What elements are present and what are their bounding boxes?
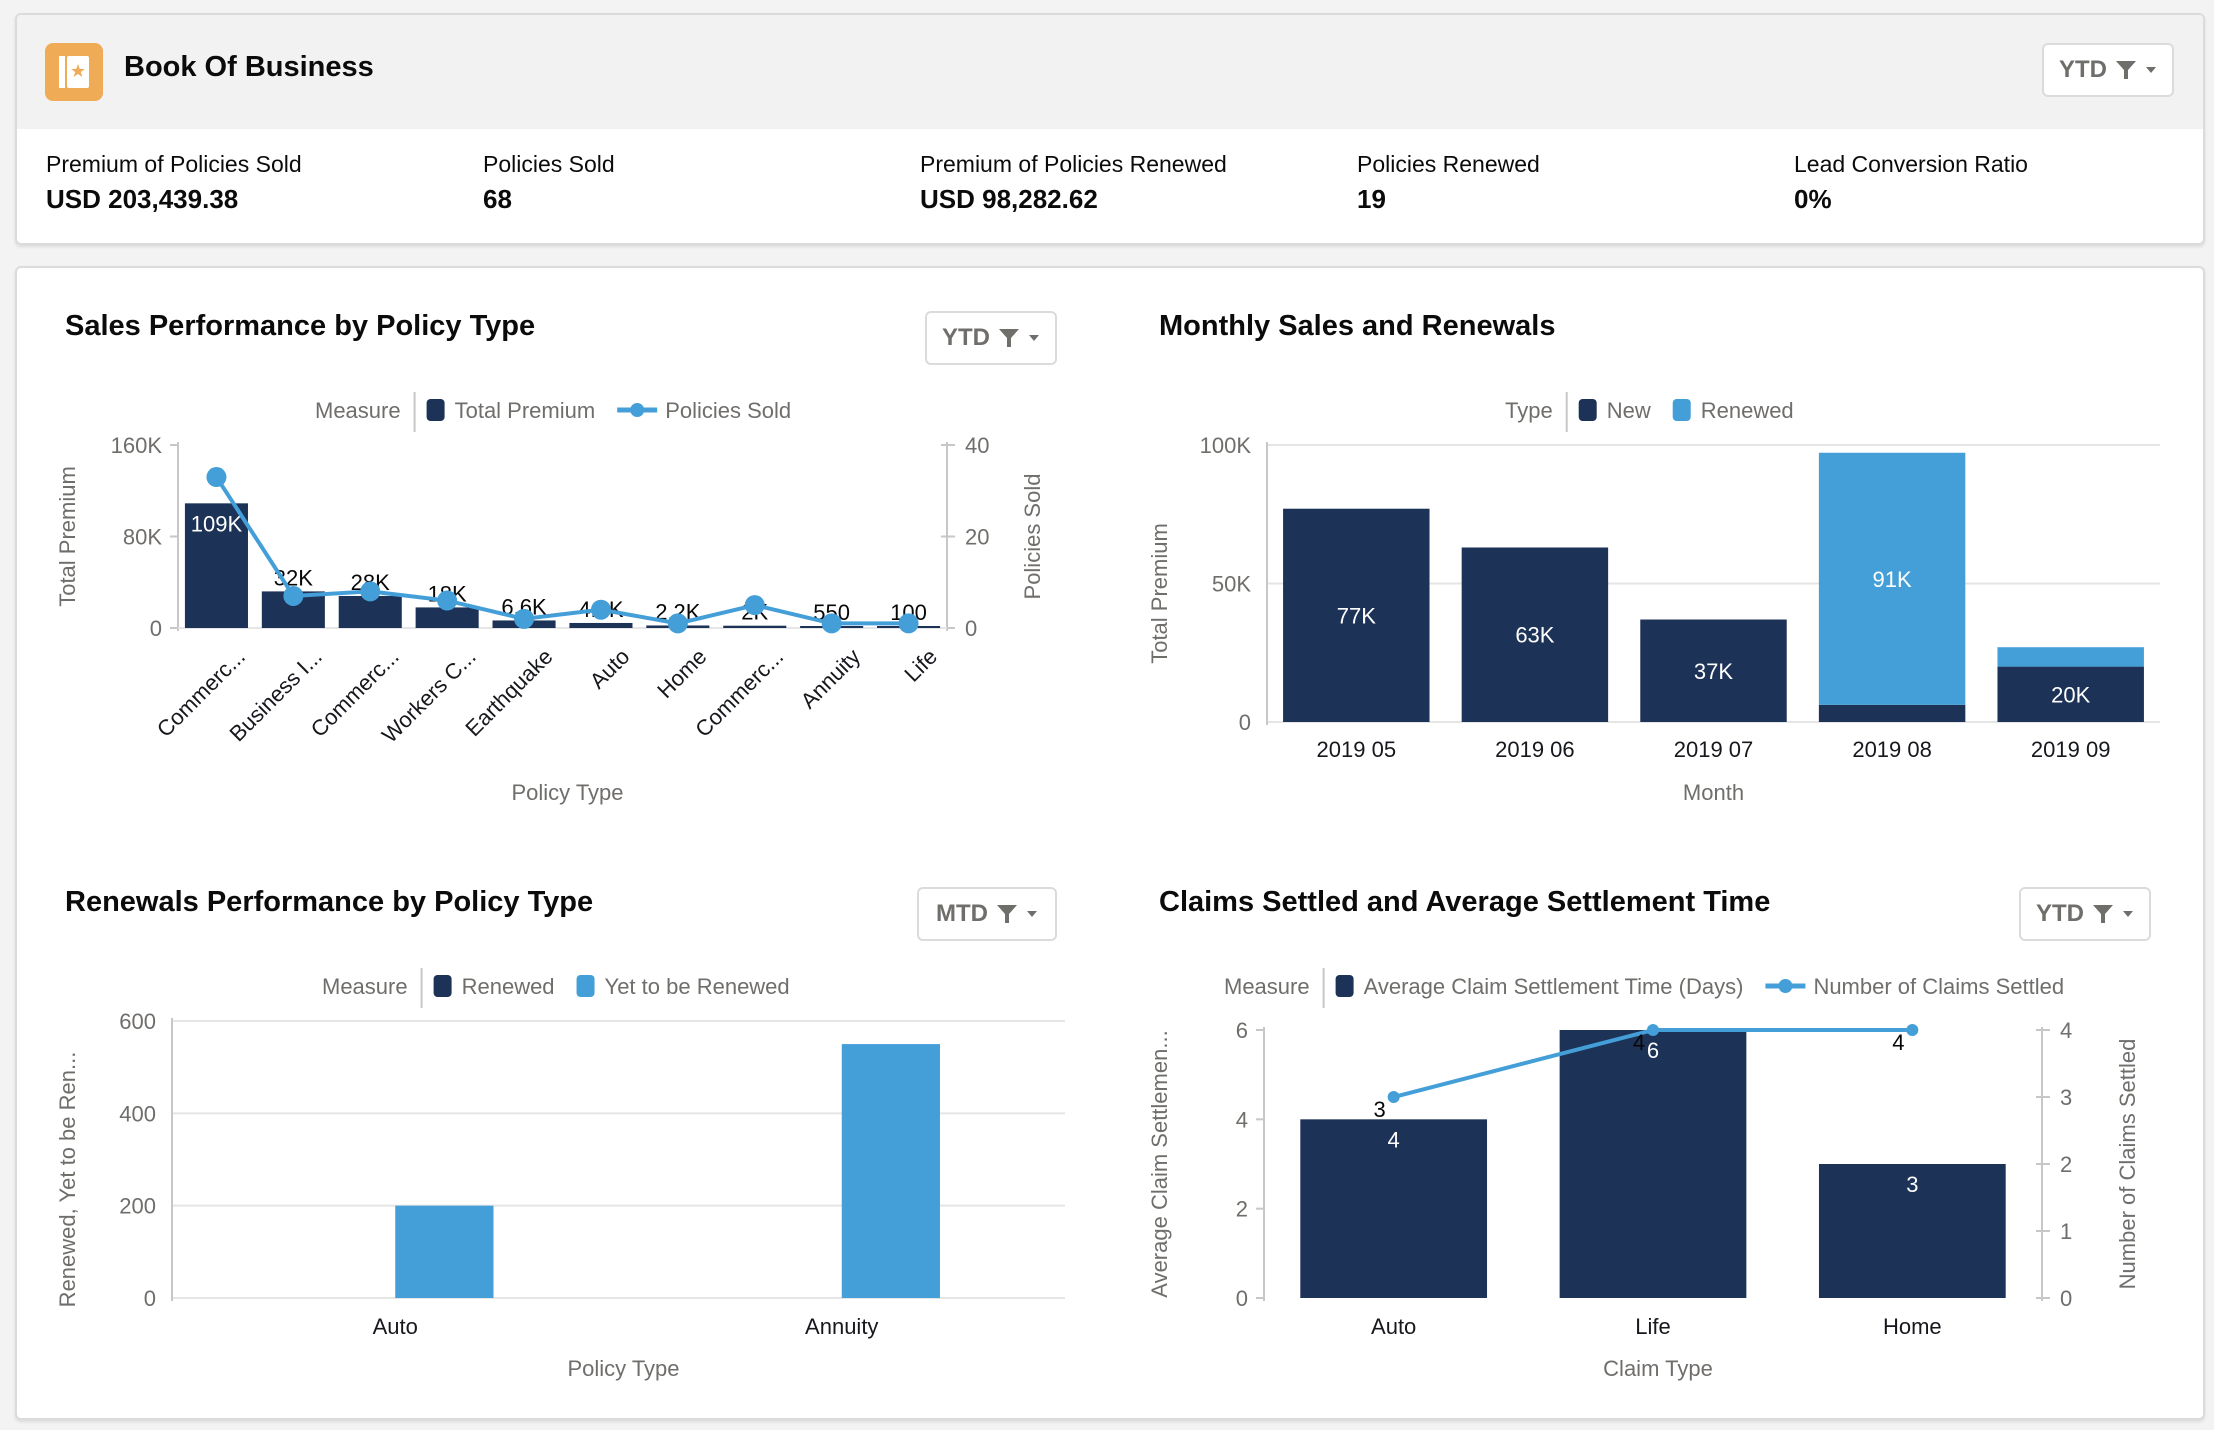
legend-label-1[interactable]: Renewed [1701, 398, 1794, 423]
x-tick-label: Auto [585, 644, 635, 694]
bar-data-label: 4 [1388, 1127, 1400, 1152]
legend-label-1[interactable]: Policies Sold [665, 398, 791, 423]
legend-swatch [426, 399, 445, 421]
x-tick-label: 2019 06 [1495, 737, 1575, 762]
legend-swatch [1672, 399, 1691, 421]
bar-data-label: 109K [191, 511, 243, 536]
x-tick-label: Life [1635, 1314, 1670, 1339]
legend-title: Measure [315, 398, 401, 423]
x-axis-title: Claim Type [1603, 1356, 1713, 1381]
point-policies-sold[interactable] [821, 613, 842, 634]
line-data-label: 3 [1374, 1097, 1386, 1122]
charts-canvas: Measure Total Premium Policies Sold080K160… [55, 392, 2160, 1381]
x-tick-label: Annuity [805, 1314, 878, 1339]
x-tick-label: Life [899, 644, 942, 687]
y2-tick-label: 4 [2060, 1018, 2072, 1043]
y-axis-title: Average Claim Settlemen... [1147, 1030, 1172, 1297]
x-tick-label: Home [1883, 1314, 1942, 1339]
bar-renewed [1997, 647, 2144, 667]
bar-data-label: 63K [1515, 623, 1554, 648]
bar-data-label: 3 [1906, 1172, 1918, 1197]
bar-data-label: 6 [1647, 1038, 1659, 1063]
bar-data-label: 91K [1873, 567, 1912, 592]
bar-yet-to-be-renewed [395, 1205, 494, 1298]
legend-title: Measure [1224, 974, 1310, 999]
y-tick-label: 0 [1239, 710, 1251, 735]
point-policies-sold[interactable] [514, 608, 535, 629]
legend-swatch [1335, 975, 1354, 997]
y2-axis-title: Number of Claims Settled [2115, 1039, 2140, 1290]
x-axis-title: Policy Type [567, 1356, 679, 1381]
y2-tick-label: 3 [2060, 1085, 2072, 1110]
y-tick-label: 50K [1212, 572, 1251, 597]
bar-total-premium [723, 625, 787, 628]
legend-label-0[interactable]: Total Premium [455, 398, 596, 423]
x-tick-label: Annuity [796, 644, 866, 714]
x-tick-label: 2019 08 [1852, 737, 1932, 762]
legend-label-0[interactable]: New [1607, 398, 1651, 423]
bar-total-premium [569, 622, 633, 628]
bar-data-label: 37K [1694, 659, 1733, 684]
point-policies-sold[interactable] [360, 581, 381, 602]
point-policies-sold[interactable] [206, 467, 227, 488]
line-data-label: 4 [1892, 1030, 1904, 1055]
legend-swatch [433, 975, 452, 997]
y-axis-title: Total Premium [1147, 523, 1172, 664]
y2-tick-label: 0 [2060, 1286, 2072, 1311]
y-axis-title: Total Premium [55, 466, 80, 607]
y-tick-label: 4 [1236, 1107, 1248, 1132]
x-axis-title: Month [1683, 780, 1744, 805]
point-policies-sold[interactable] [590, 599, 611, 620]
y2-tick-label: 2 [2060, 1152, 2072, 1177]
y-tick-label: 2 [1236, 1197, 1248, 1222]
legend-marker [1778, 979, 1793, 993]
y-tick-label: 100K [1200, 433, 1252, 458]
legend-label-0[interactable]: Renewed [462, 974, 555, 999]
legend-swatch [1578, 399, 1597, 421]
bar-data-label: 20K [2051, 682, 2090, 707]
point-policies-sold[interactable] [744, 595, 765, 616]
point-claims-settled[interactable] [1906, 1024, 1919, 1036]
point-claims-settled[interactable] [1387, 1091, 1400, 1103]
y-tick-label: 6 [1236, 1018, 1248, 1043]
y-tick-label: 0 [144, 1286, 156, 1311]
y2-axis-title: Policies Sold [1020, 474, 1045, 600]
y-tick-label: 200 [119, 1194, 156, 1219]
legend-swatch [576, 975, 595, 997]
point-policies-sold[interactable] [667, 613, 688, 634]
y-tick-label: 160K [111, 433, 163, 458]
x-tick-label: Auto [1371, 1314, 1416, 1339]
y2-tick-label: 20 [965, 525, 989, 550]
y2-tick-label: 0 [965, 616, 977, 641]
y-axis-title: Renewed, Yet to be Ren... [55, 1052, 80, 1308]
y-tick-label: 0 [150, 616, 162, 641]
y2-tick-label: 1 [2060, 1219, 2072, 1244]
legend-label-1[interactable]: Number of Claims Settled [1813, 974, 2064, 999]
point-claims-settled[interactable] [1647, 1024, 1659, 1036]
point-policies-sold[interactable] [437, 590, 458, 611]
x-axis-title: Policy Type [511, 780, 623, 805]
x-tick-label: 2019 09 [2031, 737, 2111, 762]
x-tick-label: Home [652, 644, 711, 703]
bar-new [1818, 704, 1966, 722]
line-data-label: 4 [1633, 1030, 1645, 1055]
point-policies-sold[interactable] [898, 613, 919, 634]
bar-avg-settlement-time [1559, 1030, 1747, 1298]
y-tick-label: 80K [123, 525, 162, 550]
point-policies-sold[interactable] [283, 585, 304, 606]
y2-tick-label: 40 [965, 433, 989, 458]
bar-yet-to-be-renewed [841, 1044, 940, 1298]
x-tick-label: 2019 05 [1317, 737, 1397, 762]
legend-title: Measure [322, 974, 408, 999]
legend-label-1[interactable]: Yet to be Renewed [605, 974, 790, 999]
bar-data-label: 77K [1337, 603, 1376, 628]
x-tick-label: Auto [373, 1314, 418, 1339]
legend-label-0[interactable]: Average Claim Settlement Time (Days) [1364, 974, 1744, 999]
legend-title: Type [1505, 398, 1553, 423]
y-tick-label: 600 [119, 1009, 156, 1034]
y-tick-label: 400 [119, 1101, 156, 1126]
legend-marker [630, 403, 645, 417]
x-tick-label: 2019 07 [1674, 737, 1754, 762]
y-tick-label: 0 [1236, 1286, 1248, 1311]
